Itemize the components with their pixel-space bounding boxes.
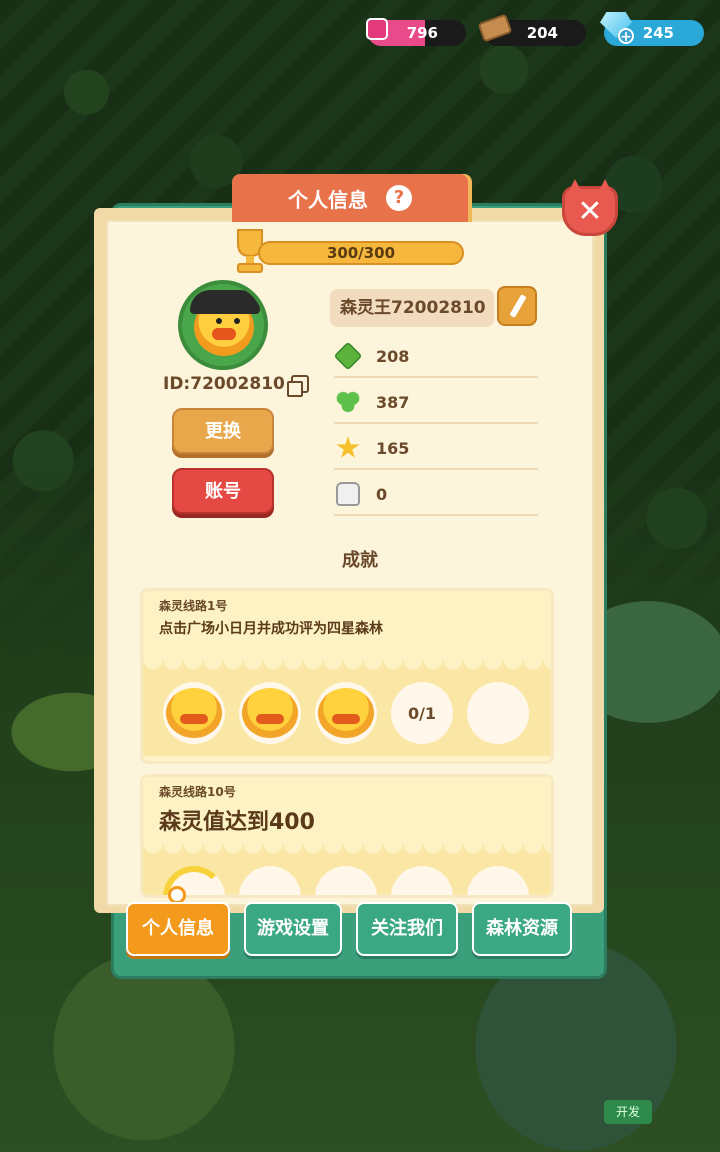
stat-row-clover: 387	[334, 382, 538, 424]
wood-value: 204	[526, 24, 558, 42]
close-button[interactable]: ✕	[562, 186, 618, 236]
gem-value: 245	[642, 24, 674, 42]
potion-icon	[364, 14, 400, 50]
reward-duck-icon	[239, 682, 301, 744]
achievement-card[interactable]: 森灵线路10号 森灵值达到400	[140, 774, 554, 898]
tab-forest-resources[interactable]: 森林资源	[472, 902, 572, 956]
achievement-rewards: 0/1	[143, 670, 551, 756]
player-id: ID:72002810	[163, 374, 309, 397]
copy-icon[interactable]	[286, 375, 309, 397]
empty-reward-slot	[391, 866, 453, 895]
tab-game-settings[interactable]: 游戏设置	[244, 902, 342, 956]
gem-icon: +	[600, 12, 636, 50]
panel-title-tab: 个人信息 ?	[232, 174, 468, 222]
stat-value: 0	[376, 484, 388, 504]
edit-name-button[interactable]	[497, 286, 537, 326]
stat-row-likes: 0	[334, 474, 538, 516]
potion-counter[interactable]: 796	[366, 18, 466, 46]
achievement-description: 森灵值达到400	[159, 810, 315, 835]
achievements-title: 成就	[342, 550, 378, 571]
stat-value: 208	[376, 346, 410, 366]
stat-row-star: 165	[334, 428, 538, 470]
achievement-route: 森灵线路10号	[159, 785, 236, 799]
panel-tabs: 个人信息 游戏设置 关注我们 森林资源	[126, 902, 572, 956]
empty-reward-slot	[239, 866, 301, 895]
player-id-text: ID:72002810	[163, 374, 285, 394]
thumbs-up-icon	[336, 482, 360, 506]
achievement-rewards	[143, 854, 551, 895]
level-progress-bar: 300/300	[258, 241, 464, 265]
clover-icon	[336, 390, 360, 414]
achievement-route: 森灵线路1号	[159, 599, 228, 613]
plus-icon[interactable]: +	[618, 28, 634, 44]
stat-value: 165	[376, 438, 410, 458]
reward-duck-icon	[315, 682, 377, 744]
stat-row-grass: 208	[333, 336, 538, 378]
achievement-description: 点击广场小日月并成功评为四星森林	[159, 621, 383, 637]
star-icon	[336, 436, 360, 458]
empty-reward-slot	[467, 866, 529, 895]
change-avatar-button[interactable]: 更换	[172, 408, 274, 454]
reward-duck-icon	[163, 682, 225, 744]
stat-value: 387	[376, 392, 410, 412]
grass-icon	[333, 341, 363, 371]
player-name: 森灵王72002810	[330, 289, 494, 327]
help-icon[interactable]: ?	[386, 185, 412, 211]
achievement-card[interactable]: 森灵线路1号 点击广场小日月并成功评为四星森林 0/1	[140, 588, 554, 764]
achievement-progress: 0/1	[391, 682, 453, 744]
empty-reward-slot	[467, 682, 529, 744]
tab-profile[interactable]: 个人信息	[126, 902, 230, 956]
panel-title: 个人信息	[288, 187, 368, 212]
gem-counter[interactable]: + 245	[600, 12, 704, 46]
tab-follow-us[interactable]: 关注我们	[356, 902, 458, 956]
empty-reward-slot	[315, 866, 377, 895]
dev-badge[interactable]: 开发	[604, 1100, 652, 1124]
wood-counter[interactable]: 204	[477, 13, 586, 46]
avatar[interactable]	[178, 280, 268, 370]
wood-log-icon	[477, 13, 516, 50]
account-button[interactable]: 账号	[172, 468, 274, 514]
potion-value: 796	[406, 24, 438, 42]
